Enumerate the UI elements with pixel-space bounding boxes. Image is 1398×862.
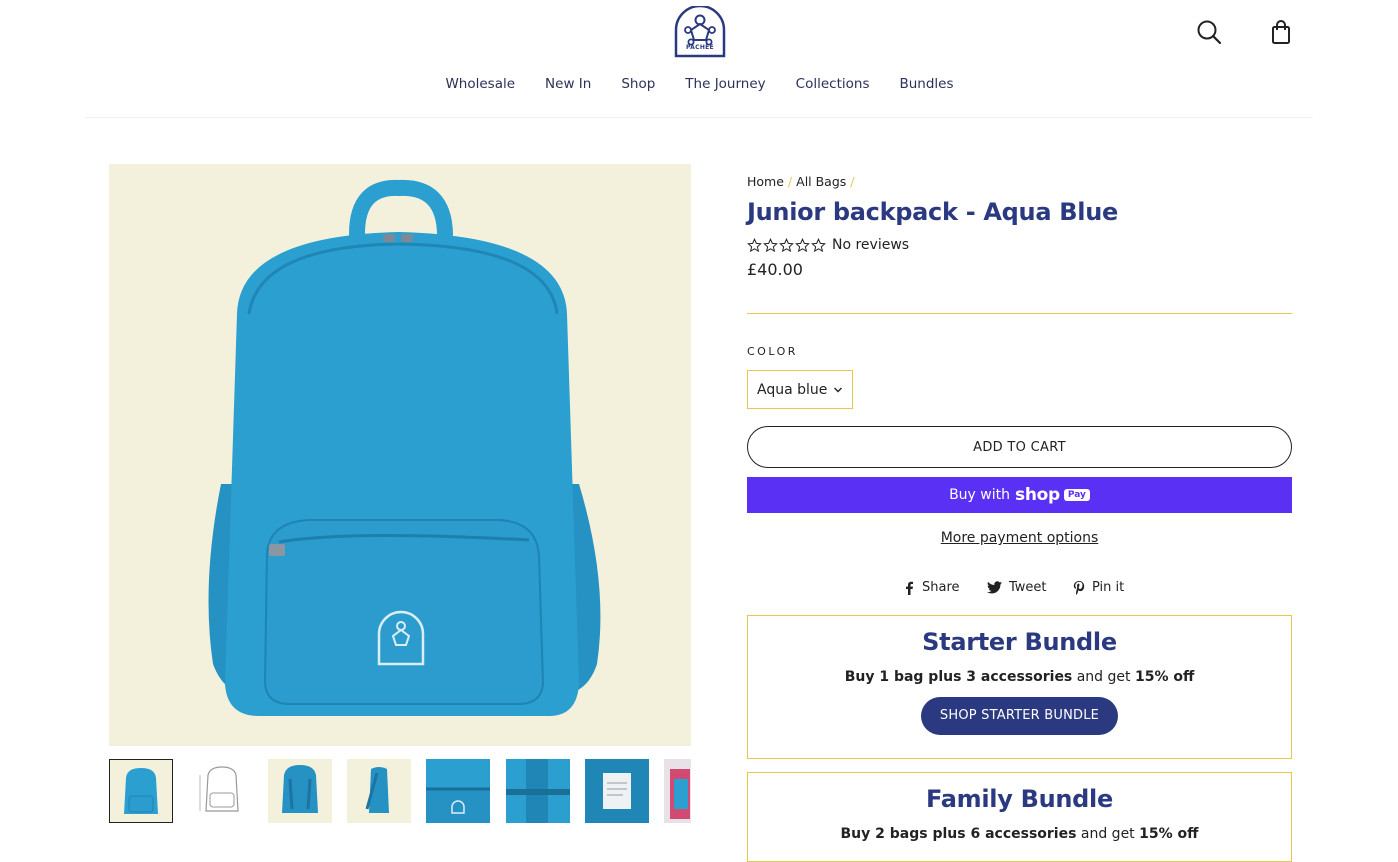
rating-text: No reviews [832, 237, 910, 253]
starter-bundle-title: Starter Bundle [922, 628, 1117, 656]
share-facebook-button[interactable]: Share [903, 580, 960, 595]
product-price: £40.00 [747, 260, 803, 279]
logo-text: PACHEE [686, 44, 714, 51]
search-icon[interactable] [1195, 18, 1223, 46]
star-empty-icon [779, 237, 794, 252]
color-select-value: Aqua blue [757, 381, 828, 398]
nav-wholesale[interactable]: Wholesale [445, 74, 515, 96]
breadcrumb-separator: / [850, 174, 855, 189]
buy-with-label: Buy with [949, 487, 1010, 503]
price-divider [747, 313, 1292, 314]
breadcrumb-all-bags[interactable]: All Bags [796, 174, 846, 189]
facebook-icon [906, 581, 913, 595]
thumbnail-lifestyle[interactable] [664, 759, 691, 823]
starter-bundle-description: Buy 1 bag plus 3 accessories and get 15%… [748, 669, 1291, 685]
pinterest-icon [1073, 580, 1085, 595]
nav-new-in[interactable]: New In [545, 74, 591, 96]
pin-it-label: Pin it [1092, 580, 1125, 595]
product-title: Junior backpack - Aqua Blue [747, 198, 1118, 226]
product-rating[interactable]: No reviews [747, 237, 909, 253]
pachee-logo[interactable]: PACHEE [674, 4, 726, 58]
star-empty-icon [747, 237, 762, 252]
starter-bundle-offer: Buy 1 bag plus 3 accessories [844, 669, 1073, 685]
breadcrumb: Home / All Bags / [747, 174, 859, 189]
tweet-button[interactable]: Tweet [987, 580, 1047, 595]
star-empty-icon [795, 237, 810, 252]
thumbnail-side[interactable] [347, 759, 411, 823]
thumbnail-pocket-closeup[interactable] [426, 759, 490, 823]
buy-with-shop-pay-button[interactable]: Buy with shop Pay [747, 477, 1292, 513]
cart-bag-icon[interactable] [1267, 18, 1295, 46]
nav-the-journey[interactable]: The Journey [685, 74, 765, 96]
nav-collections[interactable]: Collections [796, 74, 870, 96]
family-bundle-description: Buy 2 bags plus 6 accessories and get 15… [748, 826, 1291, 842]
starter-bundle-card: Starter Bundle Buy 1 bag plus 3 accessor… [747, 615, 1292, 759]
pay-badge: Pay [1063, 489, 1090, 501]
twitter-icon [987, 581, 1002, 594]
breadcrumb-separator: / [787, 174, 793, 189]
thumbnail-front[interactable] [109, 759, 173, 823]
family-bundle-title: Family Bundle [926, 785, 1113, 813]
header-divider [85, 117, 1313, 118]
chevron-down-icon [834, 387, 843, 392]
add-to-cart-button[interactable]: ADD TO CART [747, 426, 1292, 468]
product-main-image[interactable] [109, 164, 691, 746]
shop-starter-bundle-button[interactable]: SHOP STARTER BUNDLE [921, 697, 1118, 735]
thumbnail-back[interactable] [268, 759, 332, 823]
thumbnail-label-closeup[interactable] [585, 759, 649, 823]
main-navigation: Wholesale New In Shop The Journey Collec… [0, 74, 1398, 96]
tweet-label: Tweet [1009, 580, 1047, 595]
nav-bundles[interactable]: Bundles [899, 74, 953, 96]
family-bundle-discount: 15% off [1139, 826, 1199, 842]
family-bundle-connector: and get [1076, 826, 1140, 842]
thumbnail-strip [109, 759, 691, 825]
star-empty-icon [763, 237, 778, 252]
star-empty-icon [811, 237, 826, 252]
thumbnail-line-drawing[interactable] [188, 759, 252, 823]
shop-wordmark: shop [1015, 485, 1060, 505]
more-payment-options-link[interactable]: More payment options [747, 530, 1292, 546]
color-select[interactable]: Aqua blue [747, 370, 853, 409]
pin-it-button[interactable]: Pin it [1073, 580, 1124, 595]
thumbnail-strap-closeup[interactable] [506, 759, 570, 823]
breadcrumb-home[interactable]: Home [747, 174, 784, 189]
starter-bundle-discount: 15% off [1134, 669, 1195, 685]
family-bundle-offer: Buy 2 bags plus 6 accessories [840, 826, 1077, 842]
share-label: Share [922, 580, 960, 595]
color-label: COLOR [747, 345, 798, 358]
nav-shop[interactable]: Shop [621, 74, 655, 96]
starter-bundle-connector: and get [1072, 669, 1135, 685]
family-bundle-card: Family Bundle Buy 2 bags plus 6 accessor… [747, 772, 1292, 862]
